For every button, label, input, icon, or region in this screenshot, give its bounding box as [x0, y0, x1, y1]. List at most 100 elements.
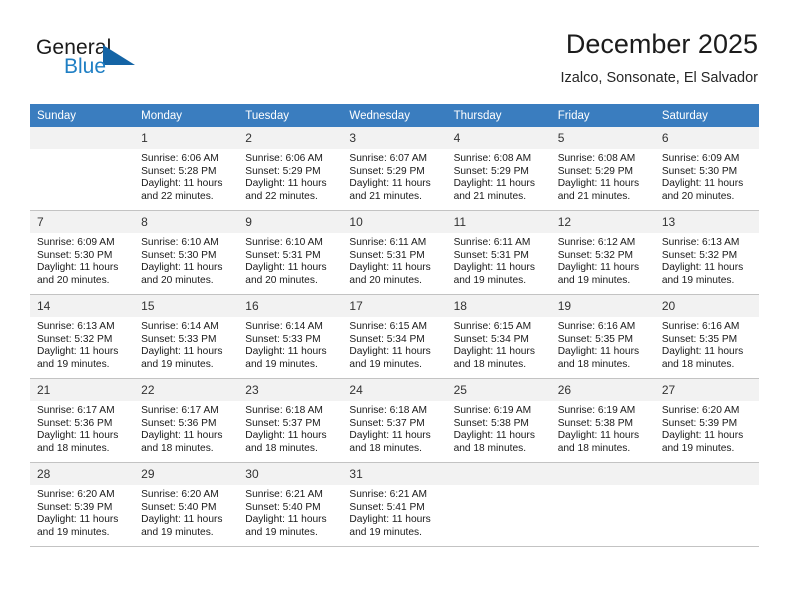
- calendar-day-cell[interactable]: 15 Sunrise: 6:14 AM Sunset: 5:33 PM Dayligh…: [134, 294, 239, 379]
- day-sunrise-text: Sunrise: 6:11 AM: [453, 237, 531, 248]
- calendar-day-cell[interactable]: 28 Sunrise: 6:20 AM Sunset: 5:39 PM Dayligh…: [30, 462, 135, 546]
- calendar-day-cell[interactable]: 13 Sunrise: 6:13 AM Sunset: 5:32 PM Dayligh…: [654, 210, 759, 295]
- day-sunrise-text: Sunrise: 6:19 AM: [453, 405, 532, 416]
- day-sun-info: Sunrise: 6:06 AM Sunset: 5:28 PM Daylight:…: [134, 149, 238, 203]
- day-daylight-line2-text: and 19 minutes.: [349, 358, 422, 370]
- day-daylight-line2-text: and 20 minutes.: [141, 274, 214, 286]
- day-sun-info: Sunrise: 6:07 AM Sunset: 5:29 PM Daylight:…: [342, 149, 446, 203]
- calendar-page: General Blue December 2025 Izalco, Sonso…: [0, 0, 792, 612]
- day-number: 6: [654, 127, 759, 149]
- day-number: 20: [654, 295, 759, 317]
- day-number: 8: [134, 211, 239, 233]
- calendar-body: 1 Sunrise: 6:06 AM Sunset: 5:28 PM Daylight…: [30, 127, 759, 546]
- calendar-day-cell[interactable]: 9 Sunrise: 6:10 AM Sunset: 5:31 PM Daylight…: [238, 210, 343, 295]
- day-sunrise-text: Sunrise: 6:15 AM: [453, 321, 532, 332]
- calendar-day-cell[interactable]: 5 Sunrise: 6:08 AM Sunset: 5:29 PM Daylight…: [550, 127, 655, 211]
- day-sunrise-text: Sunrise: 6:20 AM: [661, 405, 740, 416]
- day-sun-info: Sunrise: 6:13 AM Sunset: 5:32 PM Daylight:…: [655, 233, 759, 287]
- day-number: 23: [238, 379, 343, 401]
- day-daylight-line1-text: Daylight: 11 hours: [37, 262, 119, 274]
- calendar-day-cell[interactable]: 16 Sunrise: 6:14 AM Sunset: 5:33 PM Dayligh…: [238, 294, 343, 379]
- calendar-day-cell[interactable]: 3 Sunrise: 6:07 AM Sunset: 5:29 PM Daylight…: [342, 127, 447, 211]
- day-daylight-line1-text: Daylight: 11 hours: [245, 262, 327, 274]
- calendar-day-cell[interactable]: 4 Sunrise: 6:08 AM Sunset: 5:29 PM Daylight…: [446, 127, 551, 211]
- day-number: 21: [30, 379, 135, 401]
- day-daylight-line2-text: and 19 minutes.: [245, 358, 318, 370]
- day-sunset-text: Sunset: 5:38 PM: [453, 417, 529, 429]
- page-subtitle: Izalco, Sonsonate, El Salvador: [560, 70, 758, 86]
- calendar-day-cell[interactable]: 7 Sunrise: 6:09 AM Sunset: 5:30 PM Daylight…: [30, 210, 135, 295]
- day-sun-info: Sunrise: 6:18 AM Sunset: 5:37 PM Daylight:…: [238, 401, 342, 455]
- day-daylight-line1-text: Daylight: 11 hours: [661, 346, 744, 358]
- day-sun-info: Sunrise: 6:17 AM Sunset: 5:36 PM Daylight:…: [134, 401, 238, 455]
- calendar-day-cell[interactable]: 18 Sunrise: 6:15 AM Sunset: 5:34 PM Dayligh…: [446, 294, 551, 379]
- day-sun-info: Sunrise: 6:08 AM Sunset: 5:29 PM Daylight:…: [447, 149, 551, 203]
- day-sunset-text: Sunset: 5:38 PM: [557, 417, 634, 429]
- calendar-day-cell[interactable]: 10 Sunrise: 6:11 AM Sunset: 5:31 PM Dayligh…: [342, 210, 447, 295]
- day-number: 28: [30, 463, 135, 485]
- calendar-day-cell[interactable]: 25 Sunrise: 6:19 AM Sunset: 5:38 PM Dayligh…: [446, 378, 551, 463]
- day-sunset-text: Sunset: 5:31 PM: [453, 249, 529, 261]
- day-sunrise-text: Sunrise: 6:11 AM: [349, 237, 427, 248]
- day-sunset-text: Sunset: 5:32 PM: [557, 249, 634, 261]
- day-daylight-line2-text: and 18 minutes.: [661, 358, 735, 370]
- day-number: [550, 463, 655, 485]
- calendar-day-cell-empty: [30, 127, 135, 211]
- day-sunset-text: Sunset: 5:36 PM: [141, 417, 217, 429]
- day-sunrise-text: Sunrise: 6:20 AM: [141, 489, 219, 500]
- day-sun-info: Sunrise: 6:06 AM Sunset: 5:29 PM Daylight:…: [238, 149, 342, 203]
- calendar-day-cell[interactable]: 24 Sunrise: 6:18 AM Sunset: 5:37 PM Dayligh…: [342, 378, 447, 463]
- calendar-day-cell[interactable]: 14 Sunrise: 6:13 AM Sunset: 5:32 PM Dayligh…: [30, 294, 135, 379]
- day-sun-info: Sunrise: 6:21 AM Sunset: 5:41 PM Daylight:…: [342, 485, 446, 539]
- day-number: 24: [342, 379, 447, 401]
- page-title: December 2025: [565, 29, 758, 59]
- calendar-day-cell[interactable]: 30 Sunrise: 6:21 AM Sunset: 5:40 PM Dayligh…: [238, 462, 343, 546]
- calendar-day-cell[interactable]: 20 Sunrise: 6:16 AM Sunset: 5:35 PM Dayligh…: [654, 294, 759, 379]
- day-daylight-line2-text: and 18 minutes.: [557, 442, 631, 454]
- calendar-day-cell[interactable]: 1 Sunrise: 6:06 AM Sunset: 5:28 PM Daylight…: [134, 127, 239, 211]
- calendar-day-cell[interactable]: 27 Sunrise: 6:20 AM Sunset: 5:39 PM Dayligh…: [654, 378, 759, 463]
- calendar-day-cell[interactable]: 6 Sunrise: 6:09 AM Sunset: 5:30 PM Daylight…: [654, 127, 759, 211]
- calendar-day-cell[interactable]: 12 Sunrise: 6:12 AM Sunset: 5:32 PM Dayligh…: [550, 210, 655, 295]
- day-sun-info: Sunrise: 6:17 AM Sunset: 5:36 PM Daylight:…: [30, 401, 134, 455]
- day-daylight-line2-text: and 21 minutes.: [349, 190, 422, 202]
- calendar-day-cell[interactable]: 23 Sunrise: 6:18 AM Sunset: 5:37 PM Dayligh…: [238, 378, 343, 463]
- calendar-day-cell[interactable]: 29 Sunrise: 6:20 AM Sunset: 5:40 PM Dayligh…: [134, 462, 239, 546]
- day-daylight-line1-text: Daylight: 11 hours: [141, 346, 223, 358]
- calendar-day-cell[interactable]: 26 Sunrise: 6:19 AM Sunset: 5:38 PM Dayligh…: [550, 378, 655, 463]
- day-daylight-line1-text: Daylight: 11 hours: [245, 178, 327, 190]
- calendar-day-cell[interactable]: 17 Sunrise: 6:15 AM Sunset: 5:34 PM Dayligh…: [342, 294, 447, 379]
- day-number: [446, 463, 551, 485]
- day-number: 3: [342, 127, 447, 149]
- calendar-day-cell[interactable]: 19 Sunrise: 6:16 AM Sunset: 5:35 PM Dayligh…: [550, 294, 655, 379]
- day-daylight-line1-text: Daylight: 11 hours: [661, 262, 744, 274]
- day-daylight-line2-text: and 19 minutes.: [661, 274, 735, 286]
- calendar-day-cell[interactable]: 22 Sunrise: 6:17 AM Sunset: 5:36 PM Dayligh…: [134, 378, 239, 463]
- calendar-day-cell[interactable]: 21 Sunrise: 6:17 AM Sunset: 5:36 PM Dayligh…: [30, 378, 135, 463]
- day-sun-info: Sunrise: 6:11 AM Sunset: 5:31 PM Daylight:…: [342, 233, 446, 287]
- calendar-day-cell[interactable]: 8 Sunrise: 6:10 AM Sunset: 5:30 PM Daylight…: [134, 210, 239, 295]
- day-number: [654, 463, 759, 485]
- day-number: 5: [550, 127, 655, 149]
- day-sun-info: Sunrise: 6:20 AM Sunset: 5:39 PM Daylight:…: [30, 485, 134, 539]
- calendar-day-cell[interactable]: 2 Sunrise: 6:06 AM Sunset: 5:29 PM Daylight…: [238, 127, 343, 211]
- day-daylight-line2-text: and 19 minutes.: [661, 442, 735, 454]
- page-header: General Blue December 2025 Izalco, Sonso…: [0, 0, 792, 100]
- day-sun-info: Sunrise: 6:10 AM Sunset: 5:30 PM Daylight:…: [134, 233, 238, 287]
- calendar-day-cell[interactable]: 31 Sunrise: 6:21 AM Sunset: 5:41 PM Dayligh…: [342, 462, 447, 546]
- day-sun-info: Sunrise: 6:19 AM Sunset: 5:38 PM Daylight:…: [551, 401, 655, 455]
- calendar-week-row: 14 Sunrise: 6:13 AM Sunset: 5:32 PM Dayligh…: [30, 294, 759, 379]
- day-sunset-text: Sunset: 5:29 PM: [453, 165, 529, 177]
- day-sunset-text: Sunset: 5:39 PM: [37, 501, 113, 513]
- day-daylight-line1-text: Daylight: 11 hours: [453, 262, 535, 274]
- day-daylight-line2-text: and 18 minutes.: [453, 358, 527, 370]
- day-number: 19: [550, 295, 655, 317]
- calendar-day-cell[interactable]: 11 Sunrise: 6:11 AM Sunset: 5:31 PM Dayligh…: [446, 210, 551, 295]
- general-blue-logo[interactable]: General Blue: [36, 36, 236, 84]
- day-sunrise-text: Sunrise: 6:18 AM: [349, 405, 428, 416]
- day-sunrise-text: Sunrise: 6:20 AM: [37, 489, 115, 500]
- day-daylight-line2-text: and 21 minutes.: [453, 190, 527, 202]
- day-sunrise-text: Sunrise: 6:13 AM: [661, 237, 740, 248]
- day-daylight-line2-text: and 20 minutes.: [349, 274, 422, 286]
- day-sunset-text: Sunset: 5:39 PM: [661, 417, 738, 429]
